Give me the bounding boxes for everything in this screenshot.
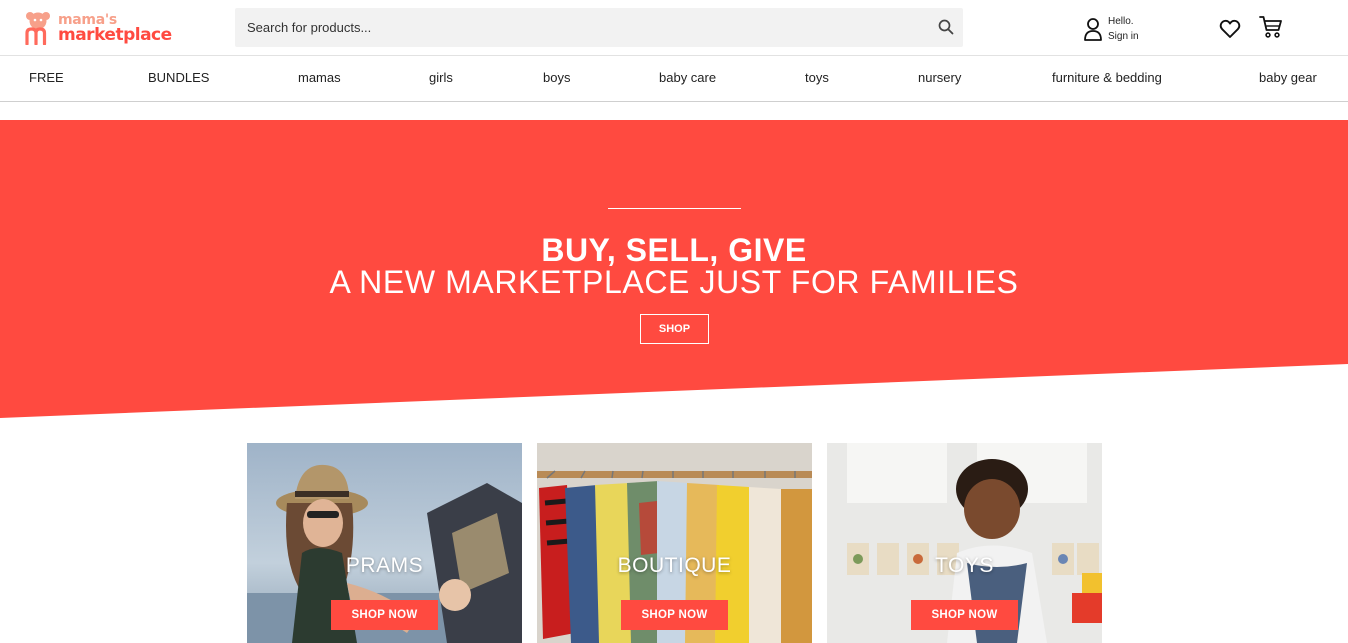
nav-item-toys[interactable]: toys (805, 70, 829, 85)
nav-item-furniture-bedding[interactable]: furniture & bedding (1052, 70, 1162, 85)
category-label-toys: TOYS (935, 554, 994, 577)
search-bar (235, 8, 963, 47)
shop-now-button-boutique[interactable]: SHOP NOW (621, 600, 728, 630)
shop-now-button-prams[interactable]: SHOP NOW (331, 600, 438, 630)
nav-item-boys[interactable]: boys (543, 70, 570, 85)
nav-item-bundles[interactable]: BUNDLES (148, 70, 209, 85)
category-label-boutique: BOUTIQUE (617, 554, 732, 577)
category-label-prams: PRAMS (345, 554, 424, 577)
account-signin[interactable]: Hello. Sign in (1083, 14, 1139, 44)
category-card-boutique[interactable]: BOUTIQUE SHOP NOW (537, 443, 812, 643)
hero-banner: BUY, SELL, GIVE A NEW MARKETPLACE JUST F… (0, 120, 1348, 420)
nav-item-baby-gear[interactable]: baby gear (1259, 70, 1317, 85)
hero-divider (608, 208, 741, 209)
nav-item-baby-care[interactable]: baby care (659, 70, 716, 85)
nav-item-nursery[interactable]: nursery (918, 70, 961, 85)
account-greeting: Hello. (1108, 16, 1134, 27)
search-input[interactable] (235, 8, 915, 47)
site-header: mama's marketplace Hello. Sign in (0, 0, 1348, 56)
nav-item-girls[interactable]: girls (429, 70, 453, 85)
hero-shop-button[interactable]: SHOP (640, 314, 709, 344)
signin-link[interactable]: Sign in (1108, 29, 1139, 44)
user-icon (1083, 17, 1103, 41)
search-icon[interactable] (937, 18, 955, 36)
heart-icon[interactable] (1219, 19, 1241, 39)
category-card-toys[interactable]: TOYS SHOP NOW (827, 443, 1102, 643)
nav-item-mamas[interactable]: mamas (298, 70, 341, 85)
shop-now-button-toys[interactable]: SHOP NOW (911, 600, 1018, 630)
category-card-prams[interactable]: PRAMS SHOP NOW (247, 443, 522, 643)
teddy-bear-logo-icon (24, 11, 52, 46)
cart-icon[interactable] (1259, 15, 1283, 39)
hero-subtitle: A NEW MARKETPLACE JUST FOR FAMILIES (329, 264, 1019, 300)
brand-name-line2: marketplace (58, 25, 172, 45)
category-nav: FREE BUNDLES mamas girls boys baby care … (0, 56, 1348, 102)
brand-logo[interactable]: mama's marketplace (24, 9, 172, 47)
nav-item-free[interactable]: FREE (29, 70, 64, 85)
